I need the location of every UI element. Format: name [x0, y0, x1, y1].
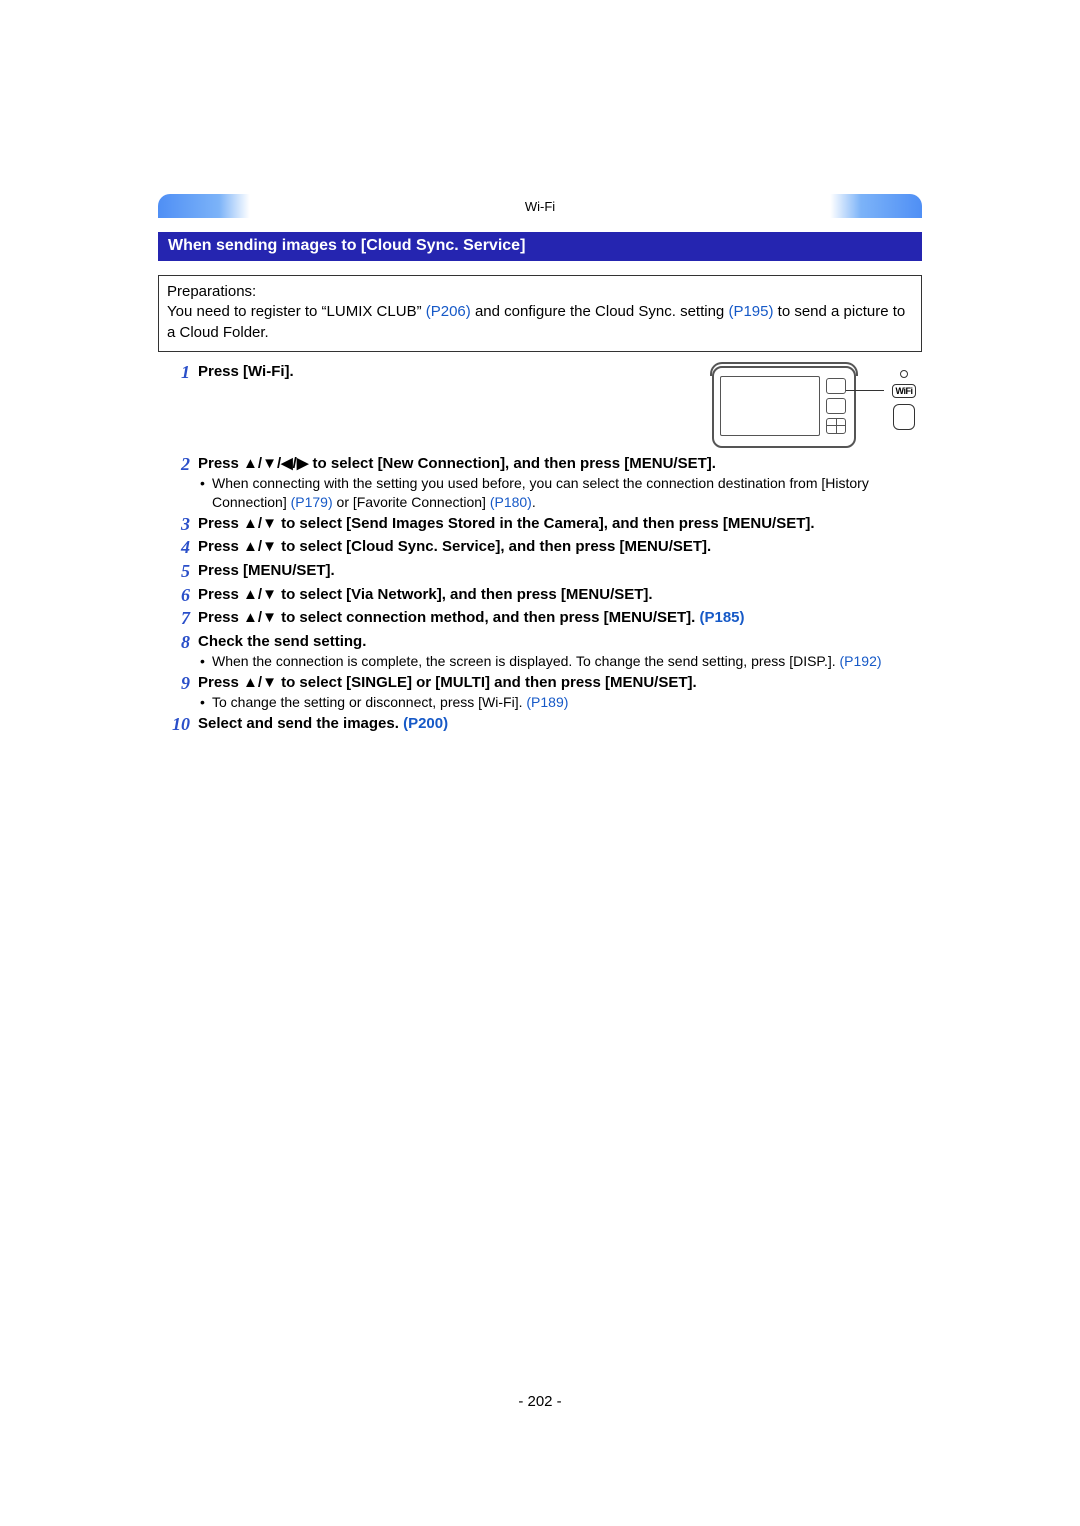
camera-illustration: WiFi: [712, 360, 922, 450]
step-row: 3 Press ▲/▼ to select [Send Images Store…: [158, 514, 922, 536]
camera-body-icon: [712, 366, 856, 448]
step-text: Press ▲/▼ to select [Send Images Stored …: [198, 514, 922, 534]
wifi-button-icon: [893, 404, 915, 430]
step-number: 9: [158, 673, 198, 695]
page-ref-link[interactable]: (P195): [728, 303, 773, 320]
step-row: 1 Press [Wi-Fi]. WiFi: [158, 362, 922, 452]
page-ref-link[interactable]: (P180): [490, 494, 532, 510]
step-text: Check the send setting. When the connect…: [198, 632, 922, 671]
arrow-right-icon: ▶: [297, 455, 309, 472]
arrow-left-icon: ◀: [281, 455, 293, 472]
arrow-down-icon: ▼: [262, 586, 277, 603]
camera-controls-icon: [826, 378, 848, 434]
step-note: When connecting with the setting you use…: [198, 474, 922, 512]
arrow-up-icon: ▲: [243, 586, 258, 603]
arrow-up-icon: ▲: [243, 609, 258, 626]
step-number: 10: [158, 714, 198, 736]
callout-line-icon: [846, 390, 884, 392]
arrow-down-icon: ▼: [262, 455, 277, 472]
step-row: 4 Press ▲/▼ to select [Cloud Sync. Servi…: [158, 537, 922, 559]
indicator-dot-icon: [900, 370, 908, 378]
step-text: Press [MENU/SET].: [198, 561, 922, 581]
step-text: Press [Wi-Fi].: [198, 362, 712, 382]
step-row: 6 Press ▲/▼ to select [Via Network], and…: [158, 585, 922, 607]
step-row: 10 Select and send the images. (P200): [158, 714, 922, 736]
step-note: When the connection is complete, the scr…: [198, 652, 922, 671]
step-number: 7: [158, 608, 198, 630]
step-number: 6: [158, 585, 198, 607]
arrow-up-icon: ▲: [243, 515, 258, 532]
arrow-down-icon: ▼: [262, 609, 277, 626]
step-number: 8: [158, 632, 198, 654]
page-ref-link[interactable]: (P206): [426, 303, 471, 320]
step-text: Press ▲/▼ to select connection method, a…: [198, 608, 922, 628]
step-note: To change the setting or disconnect, pre…: [198, 693, 922, 712]
arrow-down-icon: ▼: [262, 515, 277, 532]
page-ref-link[interactable]: (P200): [403, 715, 448, 732]
arrow-up-icon: ▲: [243, 674, 258, 691]
chapter-header: Wi-Fi: [158, 194, 922, 218]
step-row: 8 Check the send setting. When the conne…: [158, 632, 922, 671]
step-text: Press ▲/▼/◀/▶ to select [New Connection]…: [198, 454, 922, 512]
step-text: Select and send the images. (P200): [198, 714, 922, 734]
arrow-up-icon: ▲: [243, 538, 258, 555]
preparations-box: Preparations: You need to register to “L…: [158, 275, 922, 352]
arrow-down-icon: ▼: [262, 538, 277, 555]
steps-list: 1 Press [Wi-Fi]. WiFi: [158, 362, 922, 736]
step-row: 2 Press ▲/▼/◀/▶ to select [New Connectio…: [158, 454, 922, 512]
manual-page: Wi-Fi When sending images to [Cloud Sync…: [0, 0, 1080, 1526]
step-number: 2: [158, 454, 198, 476]
step-number: 1: [158, 362, 198, 384]
page-ref-link[interactable]: (P179): [291, 494, 333, 510]
step-row: 9 Press ▲/▼ to select [SINGLE] or [MULTI…: [158, 673, 922, 712]
page-ref-link[interactable]: (P189): [526, 694, 568, 710]
step-row: 7 Press ▲/▼ to select connection method,…: [158, 608, 922, 630]
step-row: 5 Press [MENU/SET].: [158, 561, 922, 583]
page-ref-link[interactable]: (P185): [700, 609, 745, 626]
chapter-label: Wi-Fi: [525, 199, 555, 214]
step-number: 4: [158, 537, 198, 559]
wifi-badge-icon: WiFi: [892, 384, 917, 398]
arrow-down-icon: ▼: [262, 674, 277, 691]
step-number: 5: [158, 561, 198, 583]
wifi-button-callout: WiFi: [886, 370, 922, 430]
arrow-up-icon: ▲: [243, 455, 258, 472]
camera-screen-icon: [720, 376, 820, 436]
page-ref-link[interactable]: (P192): [840, 653, 882, 669]
preparations-label: Preparations:: [167, 282, 913, 302]
section-heading: When sending images to [Cloud Sync. Serv…: [158, 232, 922, 261]
page-number: - 202 -: [0, 1393, 1080, 1410]
preparations-text: You need to register to “LUMIX CLUB” (P2…: [167, 302, 913, 343]
step-text: Press ▲/▼ to select [Cloud Sync. Service…: [198, 537, 922, 557]
step-number: 3: [158, 514, 198, 536]
step-text: Press ▲/▼ to select [SINGLE] or [MULTI] …: [198, 673, 922, 712]
step-text: Press ▲/▼ to select [Via Network], and t…: [198, 585, 922, 605]
